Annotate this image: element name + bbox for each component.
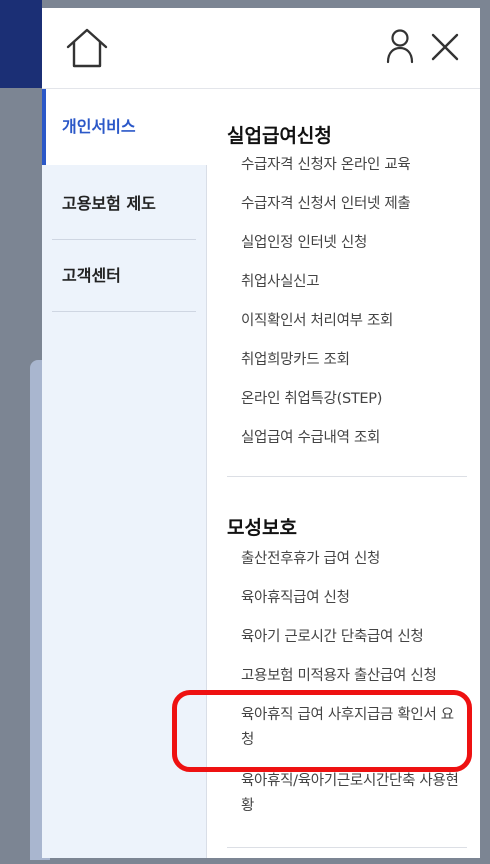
left-nav-item-personal-service[interactable]: 개인서비스 [42, 89, 207, 165]
user-icon [386, 29, 414, 64]
close-button[interactable] [428, 30, 462, 64]
menu-link[interactable]: 출산전후휴가 급여 신청 [241, 547, 473, 572]
background-header [0, 0, 42, 88]
menu-link[interactable]: 육아기 근로시간 단축급여 신청 [241, 625, 473, 650]
menu-link[interactable]: 육아휴직급여 신청 [241, 586, 473, 611]
section-title-unemployment-benefit: 실업급여신청 [227, 125, 332, 147]
menu-link[interactable]: 수급자격 신청서 인터넷 제출 [241, 192, 473, 217]
left-nav-item-insurance-system[interactable]: 고용보험 제도 [42, 169, 206, 239]
section-title-maternity-protection: 모성보호 [227, 517, 297, 539]
menu-link[interactable]: 수급자격 신청자 온라인 교육 [241, 153, 473, 178]
left-nav: 개인서비스 고용보험 제도 고객센터 [42, 89, 207, 858]
home-button[interactable] [64, 26, 110, 70]
section-divider [227, 847, 467, 848]
submenu-panel: 실업급여신청 수급자격 신청자 온라인 교육 수급자격 신청서 인터넷 제출 실… [207, 89, 480, 858]
menu-link[interactable]: 취업희망카드 조회 [241, 348, 473, 373]
user-button[interactable] [386, 28, 414, 64]
left-nav-divider [52, 311, 196, 312]
left-nav-item-customer-center[interactable]: 고객센터 [42, 241, 206, 311]
left-nav-item-label: 개인서비스 [62, 117, 136, 136]
home-icon [66, 28, 108, 68]
left-nav-divider [52, 239, 196, 240]
menu-link[interactable]: 육아휴직/육아기근로시간단축 사용현황 [241, 769, 461, 819]
menu-link[interactable]: 고용보험 미적용자 출산급여 신청 [241, 664, 473, 689]
close-icon [431, 33, 459, 61]
menu-link[interactable]: 실업급여 수급내역 조회 [241, 426, 473, 451]
menu-link-highlighted[interactable]: 육아휴직 급여 사후지급금 확인서 요청 [241, 703, 461, 753]
menu-link[interactable]: 실업인정 인터넷 신청 [241, 231, 473, 256]
section-divider [227, 476, 467, 477]
left-nav-item-label: 고용보험 제도 [62, 194, 156, 213]
menu-link[interactable]: 이직확인서 처리여부 조회 [241, 309, 473, 334]
drawer-header [42, 8, 480, 89]
menu-link[interactable]: 취업사실신고 [241, 270, 473, 295]
menu-drawer: 개인서비스 고용보험 제도 고객센터 실업급여신청 수급자격 신청자 온라인 교… [42, 8, 480, 858]
left-nav-item-label: 고객센터 [62, 266, 121, 285]
menu-link[interactable]: 온라인 취업특강(STEP) [241, 387, 473, 412]
